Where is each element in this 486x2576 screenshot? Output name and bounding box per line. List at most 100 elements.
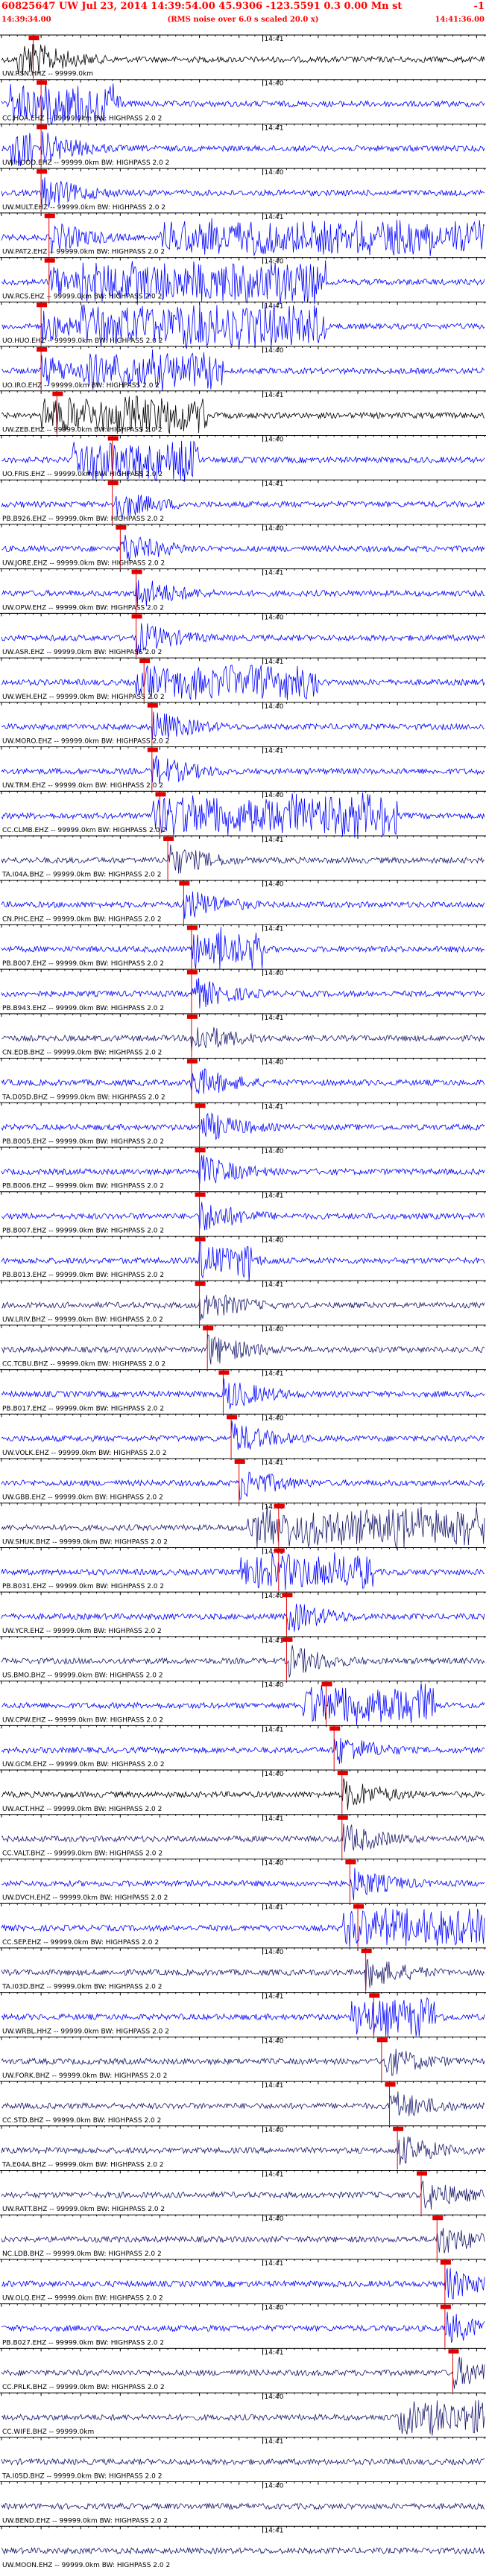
minute-tick-label: 14:40 [265,703,284,711]
minute-tick-label: 14:40 [265,614,284,621]
trace-label: UO.IRO.EHZ -- 99999.0km BW: HIGHPASS 2.0… [2,382,160,390]
waveform [1,977,485,1009]
trace-15: 14:41 UW.WEH.EHZ -- 99999.0km BW: HIGHPAS… [0,657,486,702]
trace-label: TA.I05D.BHZ -- 99999.0km BW: HIGHPASS 2.… [1,2473,162,2481]
trace-label: PB.B031.EHZ -- 99999.0km BW: HIGHPASS 2.… [2,1583,164,1590]
waveform [1,2136,485,2166]
pick-marker [131,614,142,619]
pick-marker [274,1548,285,1553]
minute-tick-label: 14:41 [265,1726,284,1733]
trace-label: PB.B006.EHZ -- 99999.0km BW: HIGHPASS 2.… [2,1183,164,1190]
minute-tick-label: 14:40 [265,1859,284,1867]
trace-41: 14:41 CC.VALT.BHZ -- 99999.0km BW: HIGHPA… [0,1814,486,1859]
minute-tick-label: 14:41 [265,748,284,755]
pick-marker [321,1681,332,1687]
trace-label: UW.RCS.EHZ -- 99999.0km BW: HIGHPASS 2.0… [2,293,162,300]
trace-label: CC.VALT.BHZ -- 99999.0km BW: HIGHPASS 2.… [2,1850,162,1857]
waveform [1,1112,485,1140]
trace-11: 14:41 PB.B926.EHZ -- 99999.0km BW: HIGHPA… [0,479,486,524]
pick-marker [385,2082,396,2087]
trace-label: UW.GBB.EHZ -- 99999.0km BW: HIGHPASS 2.0… [2,1494,163,1502]
minute-tick-label: 14:41 [265,1281,284,1289]
trace-42: 14:40 UW.DVCH.EHZ -- 99999.0km BW: HIGHPA… [0,1858,486,1903]
trace-label: UW.MOON.EHZ -- 99999.0km BW: HIGHPASS 2.… [2,2562,170,2569]
trace-label: UW.MULT.EHZ -- 99999.0km BW: HIGHPASS 2.… [2,204,165,212]
pick-marker [44,213,55,218]
minute-tick-label: 14:40 [265,1326,284,1333]
trace-3: 14:41 UW.HOOD.EHZ -- 99999.0km BW: HIGHPA… [0,123,486,168]
minute-tick-label: 14:41 [265,124,284,132]
minute-tick-label: 14:41 [265,2171,284,2179]
trace-1: 14:41 UW.RSN.HHZ -- 99999.0km [0,34,486,79]
pick-marker [52,391,63,396]
pick-marker [195,1281,206,1287]
trace-label: UW.OPW.EHZ -- 99999.0km BW: HIGHPASS 2.0… [2,604,164,612]
trace-label: PB.B007.EHZ -- 99999.0km BW: HIGHPASS 2.… [2,960,164,968]
pick-marker [37,347,48,352]
trace-37: 14:41 US.BMO.BHZ -- 99999.0km BW: HIGHPAS… [0,1636,486,1681]
trace-27: 14:41 PB.B007.EHZ -- 99999.0km BW: HIGHPA… [0,1191,486,1236]
trace-label: UW.YCR.EHZ -- 99999.0km BW: HIGHPASS 2.0… [2,1628,162,1635]
minute-tick-label: 14:40 [265,436,284,443]
trace-label: CC.HOA.EHZ -- 99999.0km BW: HIGHPASS 2.0… [2,115,162,122]
waveform [1,844,485,874]
pick-marker [163,836,174,841]
trace-53: 14:41 CC.PRLK.BHZ -- 99999.0km BW: HIGHPA… [0,2347,486,2393]
trace-label: UW.CPW.EHZ -- 99999.0km BW: HIGHPASS 2.0… [2,1716,163,1724]
pick-marker [179,881,190,886]
minute-tick-label: 14:41 [265,480,284,488]
trace-label: CN.EDB.BHZ -- 99999.0km BW: HIGHPASS 2.0… [2,1050,162,1057]
trace-label: TA.I04A.BHZ -- 99999.0km BW: HIGHPASS 2.… [1,872,161,879]
minute-tick-label: 14:40 [265,1949,284,1956]
minute-tick-label: 14:40 [265,525,284,533]
minute-tick-label: 14:40 [265,1771,284,1778]
minute-tick-label: 14:41 [265,659,284,666]
minute-tick-label: 14:40 [265,2483,284,2490]
trace-28: 14:40 PB.B013.EHZ -- 99999.0km BW: HIGHPA… [0,1235,486,1283]
trace-2: 14:40 CC.HOA.EHZ -- 99999.0km BW: HIGHPAS… [0,79,486,126]
trace-label: UW.WEH.EHZ -- 99999.0km BW: HIGHPASS 2.0… [2,694,165,701]
trace-25: 14:41 PB.B005.EHZ -- 99999.0km BW: HIGHPA… [0,1102,486,1146]
trace-48: 14:40 TA.E04A.BHZ -- 99999.0km BW: HIGHPA… [0,2125,486,2170]
trace-label: UW.BEND.EHZ -- 99999.0km BW: HIGHPASS 2.… [2,2517,168,2525]
minute-tick-label: 14:41 [265,1193,284,1200]
pick-marker [186,1014,198,1019]
pick-marker [432,2215,444,2221]
waveform [1,2502,485,2510]
trace-6: 14:40 UW.RCS.EHZ -- 99999.0km BW: HIGHPAS… [0,257,486,305]
trace-label: UW.ACT.HHZ -- 99999.0km BW: HIGHPASS 2.0… [2,1806,162,1813]
pick-marker [376,2037,388,2043]
trace-49: 14:41 UW.RATT.BHZ -- 99999.0km BW: HIGHPA… [0,2170,486,2215]
waveform [1,891,485,919]
trace-5: 14:41 UW.PAT2.EHZ -- 99999.0km BW: HIGHPA… [0,212,486,257]
minute-tick-label: 14:40 [265,2127,284,2134]
pick-marker [440,2259,451,2265]
pick-marker [195,1103,206,1108]
trace-18: 14:40 CC.CLMB.EHZ -- 99999.0km BW: HIGHPA… [0,790,486,838]
waveform [1,1027,485,1052]
trace-34: 14:40UW.SHUK.BHZ -- 99999.0km BW: HIGHPA… [0,1503,486,1549]
trace-9: 14:41 UW.ZEB.EHZ -- 99999.0km BW: HIGHPAS… [0,390,486,435]
trace-label: PB.B943.EHZ -- 99999.0km BW: HIGHPASS 2.… [2,1005,164,1012]
minute-tick-label: 14:41 [265,392,284,399]
waveform [1,177,485,208]
trace-47: 14:41 CC.STD.BHZ -- 99999.0km BW: HIGHPAS… [0,2081,486,2125]
waveform [1,580,485,607]
pick-marker [393,2126,404,2131]
pick-marker [218,1370,230,1375]
trace-14: 14:40 UW.ASR.EHZ -- 99999.0km BW: HIGHPAS… [0,612,486,658]
pick-marker [155,792,166,797]
trace-52: 14:40 PB.B027.EHZ -- 99999.0km BW: HIGHPA… [0,2303,486,2348]
minute-tick-label: 14:41 [265,570,284,577]
waveform [1,2049,485,2076]
trace-32: 14:40 UW.VOLK.EHZ -- 99999.0km BW: HIGHPA… [0,1413,486,1459]
pick-marker [337,1815,348,1820]
trace-33: 14:41 UW.GBB.EHZ -- 99999.0km BW: HIGHPAS… [0,1458,486,1503]
minute-tick-label: 14:40 [265,792,284,799]
trace-40: 14:40 UW.ACT.HHZ -- 99999.0km BW: HIGHPAS… [0,1769,486,1814]
pick-marker [234,1459,245,1465]
minute-tick-label: 14:41 [265,2527,284,2534]
pick-marker [186,1059,198,1064]
minute-tick-label: 14:41 [265,2438,284,2446]
trace-26: 14:40 PB.B006.EHZ -- 99999.0km BW: HIGHPA… [0,1146,486,1191]
